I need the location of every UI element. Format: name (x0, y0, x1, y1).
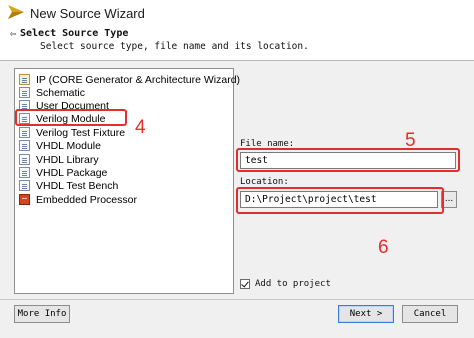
vhdl-icon (19, 140, 30, 151)
annotation-step-6: 6 (378, 237, 389, 258)
source-type-vhdl-module[interactable]: VHDL Module (19, 139, 101, 152)
list-item-label: VHDL Library (36, 153, 99, 166)
ip-core-icon (19, 74, 30, 85)
list-item-label: VHDL Test Bench (36, 179, 119, 192)
checkmark-icon (241, 279, 249, 288)
schematic-icon (19, 87, 30, 98)
list-item-label: VHDL Package (36, 166, 108, 179)
ise-logo-icon (8, 5, 24, 19)
list-item-label: Embedded Processor (36, 193, 137, 206)
back-arrow-icon: ⇦ (10, 27, 17, 40)
highlight-verilog-module (15, 109, 127, 126)
source-type-embedded-processor[interactable]: Embedded Processor (19, 193, 137, 206)
list-item-label: Schematic (36, 86, 86, 99)
wizard-header: ⇦ Select Source Type Select source type,… (0, 26, 474, 61)
highlight-file-name (236, 148, 460, 172)
source-type-vhdl-library[interactable]: VHDL Library (19, 153, 99, 166)
cancel-button[interactable]: Cancel (402, 305, 458, 323)
source-type-schematic[interactable]: Schematic (19, 86, 85, 99)
add-to-project-row[interactable]: Add to project (240, 279, 331, 289)
verilog-test-icon (19, 127, 30, 138)
source-type-list[interactable]: IP (CORE Generator & Architecture Wizard… (14, 68, 240, 294)
list-item-label: IP (CORE Generator & Architecture Wizard… (36, 73, 241, 86)
next-button[interactable]: Next > (338, 305, 394, 323)
location-label: Location: (240, 177, 289, 187)
add-to-project-checkbox[interactable] (240, 279, 250, 289)
list-item-label: Verilog Test Fixture (36, 126, 126, 139)
add-to-project-label: Add to project (255, 279, 331, 289)
title-bar: New Source Wizard (0, 0, 474, 26)
page-subtitle: Select source type, file name and its lo… (40, 41, 309, 52)
list-item-label: VHDL Module (36, 139, 101, 152)
window-title: New Source Wizard (30, 6, 145, 21)
footer-divider (0, 299, 474, 300)
source-type-verilog-test-fixture[interactable]: Verilog Test Fixture (19, 126, 125, 139)
source-type-ip[interactable]: IP (CORE Generator & Architecture Wizard… (19, 73, 240, 86)
annotation-step-4: 4 (135, 117, 146, 138)
source-type-vhdl-test-bench[interactable]: VHDL Test Bench (19, 179, 118, 192)
processor-icon (19, 194, 30, 205)
annotation-step-5: 5 (405, 130, 416, 151)
source-type-vhdl-package[interactable]: VHDL Package (19, 166, 107, 179)
vhdl-package-icon (19, 167, 30, 178)
vhdl-library-icon (19, 154, 30, 165)
vhdl-testbench-icon (19, 180, 30, 191)
page-title: Select Source Type (20, 28, 129, 39)
highlight-location (236, 187, 444, 214)
more-info-button[interactable]: More Info (14, 305, 70, 323)
